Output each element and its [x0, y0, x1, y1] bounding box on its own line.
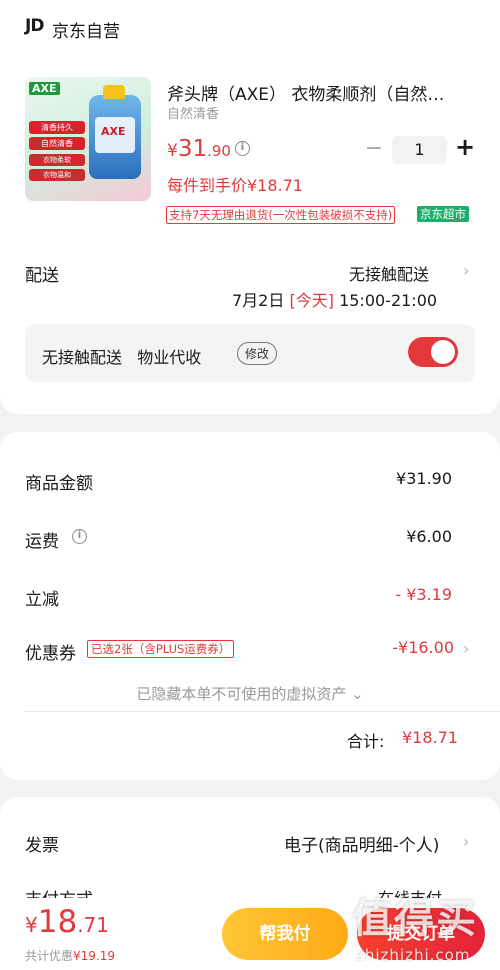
unit-final-price: 每件到手价¥18.71: [167, 176, 303, 195]
quantity-input[interactable]: 1: [392, 136, 447, 164]
contactless-delivery-text: 无接触配送 物业代收: [42, 348, 202, 367]
product-image-tag: 衣物温和: [29, 169, 85, 181]
jd-logo: JD: [25, 16, 44, 36]
total-value: ¥18.71: [402, 728, 458, 747]
product-title[interactable]: 斧头牌（AXE） 衣物柔顺剂（自然…: [167, 80, 467, 105]
product-image-tag: 衣物柔软: [29, 154, 85, 166]
price-symbol: ¥: [25, 913, 38, 937]
chevron-right-icon[interactable]: ›: [463, 639, 469, 658]
product-variant: 自然清香: [167, 107, 220, 122]
summary-value: - ¥3.19: [395, 585, 452, 604]
product-brand-mark: AXE: [29, 82, 60, 95]
product-price: ¥31.90: [167, 136, 231, 162]
chevron-right-icon[interactable]: ›: [463, 261, 469, 280]
summary-label: 立减: [25, 590, 59, 610]
invoice-value[interactable]: 电子(商品明细-个人): [284, 831, 439, 856]
summary-value[interactable]: -¥16.00: [392, 638, 454, 657]
summary-label: 运费: [25, 532, 59, 552]
shipping-info-icon[interactable]: i: [72, 529, 87, 544]
price-integer: 18: [37, 904, 78, 940]
return-policy-tag: 支持7天无理由退货(一次性包装破损不支持): [166, 206, 396, 224]
price-integer: 31: [177, 136, 208, 162]
price-decimal: .71: [77, 913, 109, 937]
product-image-tag: 自然清香: [29, 137, 85, 150]
delivery-today-tag: [今天]: [289, 291, 334, 310]
hidden-assets-text: 已隐藏本单不可使用的虚拟资产: [136, 685, 347, 703]
summary-value: ¥6.00: [406, 527, 452, 546]
delivery-day: 7月2日: [232, 291, 285, 310]
product-image[interactable]: AXE 清香持久 自然清香 衣物柔软 衣物温和 AXE: [25, 77, 151, 201]
price-symbol: ¥: [167, 141, 178, 161]
total-label: 合计:: [347, 732, 385, 751]
summary-value: ¥31.90: [396, 469, 452, 488]
bottle-brand-text: AXE: [101, 125, 126, 138]
store-name[interactable]: 京东自营: [52, 17, 120, 42]
product-image-tag: 清香持久: [29, 121, 85, 134]
toggle-knob: [431, 340, 455, 364]
delivery-label: 配送: [25, 266, 59, 286]
hidden-assets-toggle[interactable]: 已隐藏本单不可使用的虚拟资产 ⌄: [0, 683, 500, 704]
delivery-time-window: 15:00-21:00: [339, 291, 438, 310]
discount-value: ¥19.19: [73, 949, 116, 963]
delivery-date[interactable]: 7月2日 [今天] 15:00-21:00: [232, 287, 437, 311]
price-decimal: .90: [207, 142, 231, 160]
bottle-cap-graphic: [103, 85, 125, 99]
contactless-delivery-box: 无接触配送 物业代收 修改: [25, 324, 475, 382]
summary-label: 商品金额: [25, 474, 93, 494]
divider: [25, 711, 500, 712]
chevron-right-icon[interactable]: ›: [463, 832, 469, 851]
chevron-down-icon: ⌄: [351, 685, 364, 703]
summary-label[interactable]: 优惠券: [25, 639, 76, 664]
help-me-pay-button[interactable]: 帮我付: [222, 908, 348, 960]
watermark-logo: 值得买: [352, 896, 478, 942]
total-discount: 共计优惠¥19.19: [25, 947, 115, 964]
discount-prefix: 共计优惠: [25, 949, 74, 963]
jd-supermarket-badge: 京东超市: [417, 206, 469, 222]
invoice-label: 发票: [25, 836, 59, 856]
quantity-increase-button[interactable]: +: [454, 133, 476, 161]
watermark-url: zhizhizhi.com: [356, 946, 471, 964]
checkout-total: ¥18.71: [25, 904, 109, 940]
delivery-method[interactable]: 无接触配送: [349, 261, 429, 285]
modify-button[interactable]: 修改: [237, 342, 278, 365]
quantity-decrease-button[interactable]: −: [364, 136, 384, 161]
coupon-selected-tag[interactable]: 已选2张（含PLUS运费券）: [87, 640, 235, 658]
price-info-icon[interactable]: i: [235, 141, 250, 156]
contactless-toggle[interactable]: [408, 337, 458, 367]
